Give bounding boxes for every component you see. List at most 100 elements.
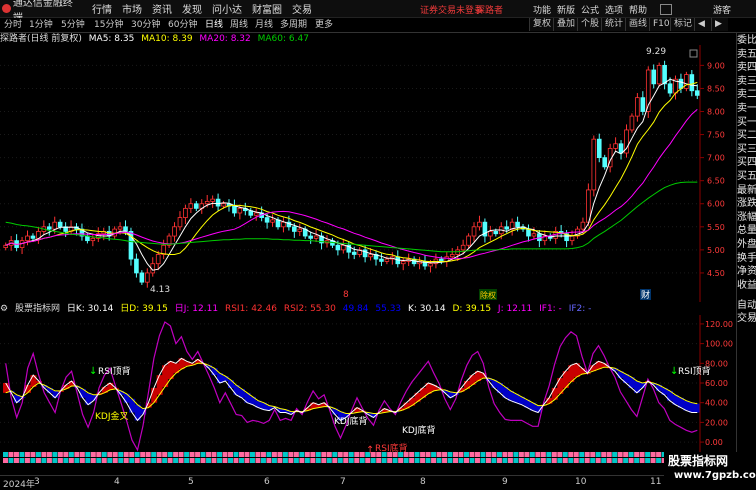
side-item-1[interactable]: 卖五 [737,48,756,61]
side-item-13[interactable]: 涨幅 [737,211,756,224]
candle-body [25,235,30,242]
menu-discover[interactable]: 发现 [182,1,202,16]
tab-5min[interactable]: 5分钟 [61,19,85,31]
signal-strip-cell [513,458,519,463]
tab-weekly[interactable]: 周线 [230,19,248,31]
side-item-15[interactable]: 外盘 [737,238,756,251]
menu-help[interactable]: 帮助 [629,3,647,16]
candle-body [531,233,537,237]
tab-1min[interactable]: 1分钟 [29,19,53,31]
menu-formula[interactable]: 公式 [581,3,599,16]
overlay-button[interactable]: 叠加 [553,18,579,31]
expand-icon[interactable] [689,49,698,58]
tab-intraday[interactable]: 分时 [4,19,22,31]
side-item-10[interactable]: 买五 [737,170,756,183]
side-item-8[interactable]: 买三 [737,143,756,156]
side-item-18[interactable]: 收益 [737,279,756,292]
account-name[interactable]: 探路者 [476,3,503,16]
guest-label[interactable]: 游客 [713,3,731,16]
price-tick-label: 6.00 [707,200,725,209]
menu-news[interactable]: 资讯 [152,1,172,16]
signal-strip-cell [173,458,179,463]
side-item-12[interactable]: 涨跌 [737,197,756,210]
side-item-4[interactable]: 卖二 [737,88,756,101]
tab-30min[interactable]: 30分钟 [131,19,160,31]
signal-strip-cell [617,458,623,463]
side-item-0[interactable]: 委比 [737,34,756,47]
signal-strip-cell [524,452,530,457]
signal-strip-cell [474,452,480,457]
tab-60min[interactable]: 60分钟 [168,19,197,31]
event-marker-3[interactable]: 财 [641,289,650,301]
next-icon[interactable]: ▶ [711,18,728,31]
signal-strip-cell [151,458,157,463]
menu-market[interactable]: 市场 [122,1,142,16]
signal-strip-cell [595,458,601,463]
signal-strip-cell [222,458,228,463]
signal-strip-cell [140,452,146,457]
stats-button[interactable]: 统计 [601,18,627,31]
date-label: 10 [575,477,587,487]
login-warning[interactable]: 证券交易未登录 [420,3,483,16]
signal-strip-cell [376,458,382,463]
side-item-11[interactable]: 最新 [737,184,756,197]
side-auto[interactable]: 自动 [737,299,756,312]
candle-body [471,226,477,237]
signal-strip-cell [90,458,96,463]
tab-more[interactable]: 更多 [315,19,333,31]
tab-monthly[interactable]: 月线 [255,19,273,31]
draw-button[interactable]: 画线 [625,18,651,31]
menu-trade[interactable]: 交易 [292,1,312,16]
menu-function[interactable]: 功能 [533,3,551,16]
stock-title[interactable]: 探路者(日线 前复权) [0,33,82,45]
side-item-5[interactable]: 卖一 [737,102,756,115]
d-value: D: 39.15 [452,304,492,314]
kdj-gold-label: KDJ金叉 [95,410,129,422]
rsi-top-left-label: RSI顶背 [98,365,131,377]
signal-strip-cell [79,452,85,457]
gear-icon[interactable]: ⚙ [0,303,8,315]
signal-strip-cell [211,458,217,463]
window-icon[interactable] [660,4,672,15]
signal-strip-cell [551,458,557,463]
side-item-2[interactable]: 卖四 [737,61,756,74]
tab-multi-period[interactable]: 多周期 [280,19,307,31]
price-tick-label: 8.00 [707,108,725,117]
prev-icon[interactable]: ◀ [694,18,711,31]
menu-ask[interactable]: 问小达 [212,1,242,16]
event-marker-1[interactable]: 8 [343,290,349,300]
indicator-title[interactable]: 股票指标网 [15,303,60,315]
signal-strip-cell [337,458,343,463]
stock-button[interactable]: 个股 [577,18,603,31]
signal-strip-cell [167,458,173,463]
signal-strip-cell [612,452,618,457]
side-item-16[interactable]: 换手 [737,252,756,265]
menu-options[interactable]: 选项 [605,3,623,16]
mark-button[interactable]: 标记 [670,18,696,31]
side-item-14[interactable]: 总量 [737,224,756,237]
event-marker-2[interactable]: 除权 [480,290,496,300]
adjust-button[interactable]: 复权 [529,18,555,31]
menu-new[interactable]: 新版 [557,3,575,16]
menu-market-quotes[interactable]: 行情 [92,1,112,16]
side-trade[interactable]: 交易 [737,312,756,325]
tab-15min[interactable]: 15分钟 [94,19,123,31]
indicator-chart[interactable]: 120.00100.0080.0060.0040.0020.000.00 ↓ R… [0,315,736,475]
signal-strip-cell [623,452,629,457]
candlestick-chart[interactable]: 9.00 8.50 8.00 7.50 7.00 6.50 6.00 5.50 5.00 4.50… [0,45,736,302]
side-item-3[interactable]: 卖三 [737,75,756,88]
signal-strip-cell [326,452,332,457]
side-item-17[interactable]: 净资 [737,265,756,278]
signal-strip-cell [458,452,464,457]
candle-body [30,235,36,239]
signal-strip-cell [52,458,58,463]
candle-body [275,219,281,228]
signal-strip-cell [628,458,634,463]
menu-wealth[interactable]: 财富圈 [252,1,282,16]
tab-daily[interactable]: 日线 [205,19,223,31]
signal-strip-cell [3,452,8,457]
side-item-6[interactable]: 买一 [737,116,756,129]
side-item-9[interactable]: 买四 [737,156,756,169]
signal-strip-cell [447,452,453,457]
side-item-7[interactable]: 买二 [737,129,756,142]
